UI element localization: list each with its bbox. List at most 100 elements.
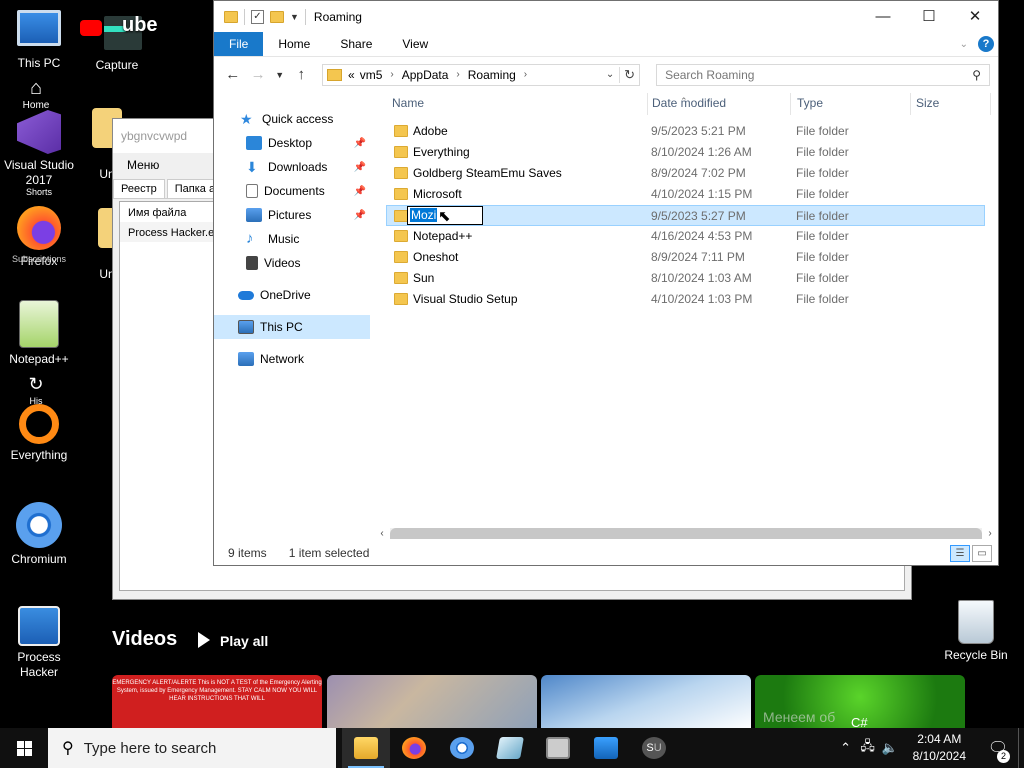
play-all-button[interactable]: Play all bbox=[198, 632, 268, 649]
nav-item-network[interactable]: Network bbox=[214, 347, 370, 371]
column-header-name[interactable]: Name bbox=[392, 96, 424, 110]
scroll-right-icon[interactable]: › bbox=[982, 528, 998, 539]
recent-locations-icon[interactable]: ▼ bbox=[273, 70, 287, 80]
scroll-track[interactable] bbox=[390, 528, 982, 539]
tab-view[interactable]: View bbox=[387, 32, 443, 56]
file-row[interactable]: Visual Studio Setup 4/10/2024 1:03 PM Fi… bbox=[387, 289, 986, 310]
nav-item-quick-access[interactable]: ★ Quick access bbox=[214, 107, 370, 131]
desktop-icon-label: Capture bbox=[95, 58, 139, 72]
desktop-icon-home[interactable]: ⌂ Home bbox=[0, 78, 72, 113]
nav-label: This PC bbox=[260, 320, 303, 334]
volume-icon[interactable]: 🔈 bbox=[879, 740, 901, 756]
chevron-down-icon[interactable]: ⌄ bbox=[601, 69, 619, 80]
bg-tab-registry[interactable]: Реестр bbox=[113, 179, 165, 198]
horizontal-scrollbar[interactable]: ‹ › bbox=[374, 525, 998, 542]
chevron-up-icon[interactable]: ⌃ bbox=[835, 740, 857, 756]
column-header-size[interactable]: Size bbox=[916, 96, 939, 110]
file-row[interactable]: Microsoft 4/10/2024 1:15 PM File folder bbox=[387, 184, 986, 205]
video-thumbnail[interactable] bbox=[327, 675, 537, 730]
window-title: Roaming bbox=[313, 9, 362, 24]
address-overflow[interactable]: « bbox=[348, 68, 355, 82]
title-bar[interactable]: ✓ ▼ Roaming — ☐ ✕ bbox=[214, 1, 998, 32]
file-row-selected[interactable]: Mozi ⬉ 9/5/2023 5:27 PM File folder bbox=[386, 205, 985, 226]
taskbar-app-process-hacker[interactable] bbox=[534, 728, 582, 768]
nav-item-music[interactable]: ♪ Music bbox=[214, 227, 370, 251]
taskbar-app-wireshark[interactable] bbox=[582, 728, 630, 768]
maximize-button[interactable]: ☐ bbox=[906, 1, 952, 32]
desktop-icon-notepad-plus-plus[interactable]: Notepad++ bbox=[0, 300, 78, 367]
forward-arrow-icon[interactable]: → bbox=[247, 66, 268, 83]
nav-item-desktop[interactable]: Desktop 📌 bbox=[214, 131, 370, 155]
help-icon[interactable]: ? bbox=[978, 36, 994, 52]
chevron-right-icon[interactable]: › bbox=[456, 69, 459, 80]
large-icons-view-icon[interactable]: ▭ bbox=[972, 544, 992, 562]
taskbar-app-firefox[interactable] bbox=[390, 728, 438, 768]
tab-file[interactable]: File bbox=[214, 32, 264, 56]
refresh-icon[interactable]: ↻ bbox=[619, 66, 639, 83]
nav-item-this-pc[interactable]: This PC bbox=[214, 315, 370, 339]
show-desktop-button[interactable] bbox=[1018, 728, 1024, 768]
breadcrumb-appdata[interactable]: AppData bbox=[402, 68, 449, 82]
desktop-icon-everything[interactable]: Everything bbox=[0, 404, 78, 463]
column-divider[interactable] bbox=[910, 93, 911, 115]
video-thumbnail[interactable]: C# Менеем об bbox=[755, 675, 965, 730]
start-button[interactable] bbox=[0, 728, 48, 768]
desktop-icon-this-pc[interactable]: This PC bbox=[0, 10, 78, 71]
column-divider[interactable] bbox=[790, 93, 791, 115]
breadcrumb-roaming[interactable]: Roaming bbox=[468, 68, 516, 82]
tab-home[interactable]: Home bbox=[263, 32, 325, 56]
taskbar-app-notepad[interactable] bbox=[486, 728, 534, 768]
video-thumbnail[interactable] bbox=[541, 675, 751, 730]
desktop-icon-firefox[interactable]: Firefox Subscriptions bbox=[0, 206, 78, 268]
chevron-right-icon[interactable]: › bbox=[524, 69, 527, 80]
file-row[interactable]: Oneshot 8/9/2024 7:11 PM File folder bbox=[387, 247, 986, 268]
taskbar-app-su[interactable]: SU bbox=[630, 728, 678, 768]
file-type: File folder bbox=[796, 271, 849, 285]
nav-item-downloads[interactable]: ⬇ Downloads 📌 bbox=[214, 155, 370, 179]
customize-toolbar-icon[interactable]: ▼ bbox=[290, 12, 299, 22]
desktop-icon-capture[interactable]: ube Capture bbox=[78, 14, 158, 73]
clock[interactable]: 2:04 AM 8/10/2024 bbox=[901, 731, 978, 765]
scroll-thumb[interactable] bbox=[390, 528, 982, 539]
column-divider[interactable] bbox=[647, 93, 648, 115]
search-input[interactable]: Search Roaming ⚲ bbox=[656, 63, 990, 86]
chevron-right-icon[interactable]: › bbox=[390, 69, 393, 80]
column-header-date-modified[interactable]: Date modified bbox=[652, 96, 726, 110]
back-arrow-icon[interactable]: ← bbox=[222, 66, 243, 83]
nav-item-onedrive[interactable]: OneDrive bbox=[214, 283, 370, 307]
action-center-button[interactable]: 🗨 2 bbox=[978, 738, 1018, 763]
desktop-icon-chromium[interactable]: Chromium bbox=[0, 502, 78, 567]
file-row[interactable]: Everything 8/10/2024 1:26 AM File folder bbox=[387, 142, 986, 163]
taskbar-app-chromium[interactable] bbox=[438, 728, 486, 768]
tab-share[interactable]: Share bbox=[325, 32, 387, 56]
expand-ribbon-icon[interactable]: ⌄ bbox=[960, 39, 968, 50]
minimize-button[interactable]: — bbox=[860, 1, 906, 32]
window-controls: — ☐ ✕ bbox=[860, 1, 998, 32]
new-folder-icon[interactable] bbox=[270, 10, 284, 23]
file-row[interactable]: Notepad++ 4/16/2024 4:53 PM File folder bbox=[387, 226, 986, 247]
taskbar-search-box[interactable]: ⚲ Type here to search bbox=[48, 728, 336, 768]
column-divider[interactable] bbox=[990, 93, 991, 115]
address-bar[interactable]: « vm5 › AppData › Roaming › ⌄ ↻ bbox=[322, 63, 641, 86]
file-row[interactable]: Goldberg SteamEmu Saves 8/9/2024 7:02 PM… bbox=[387, 163, 986, 184]
nav-item-pictures[interactable]: Pictures 📌 bbox=[214, 203, 370, 227]
desktop-icon-recycle-bin[interactable]: Recycle Bin bbox=[936, 600, 1016, 663]
video-thumbnail[interactable]: EMERGENCY ALERT/ALERTE This is NOT A TES… bbox=[112, 675, 322, 730]
desktop-icon-process-hacker[interactable]: Process Hacker bbox=[0, 606, 78, 680]
taskbar-app-file-explorer[interactable] bbox=[342, 728, 390, 768]
file-row[interactable]: Sun 8/10/2024 1:03 AM File folder bbox=[387, 268, 986, 289]
close-button[interactable]: ✕ bbox=[952, 1, 998, 32]
nav-item-videos[interactable]: Videos bbox=[214, 251, 370, 275]
details-view-icon[interactable]: ☰ bbox=[950, 544, 970, 562]
up-arrow-icon[interactable]: ↑ bbox=[291, 66, 312, 83]
folder-icon bbox=[394, 167, 408, 179]
file-row[interactable]: Adobe 9/5/2023 5:21 PM File folder bbox=[387, 121, 986, 142]
file-explorer-window[interactable]: ✓ ▼ Roaming — ☐ ✕ File Home Share View ⌄… bbox=[213, 0, 999, 566]
properties-icon[interactable]: ✓ bbox=[251, 9, 264, 24]
network-icon[interactable]: 🖧 bbox=[857, 737, 879, 759]
nav-item-documents[interactable]: Documents 📌 bbox=[214, 179, 370, 203]
breadcrumb-vm5[interactable]: vm5 bbox=[360, 68, 383, 82]
scroll-left-icon[interactable]: ‹ bbox=[374, 528, 390, 539]
desktop-icon-visual-studio[interactable]: Visual Studio 2017 Shorts bbox=[0, 110, 78, 197]
column-header-type[interactable]: Type bbox=[797, 96, 823, 110]
